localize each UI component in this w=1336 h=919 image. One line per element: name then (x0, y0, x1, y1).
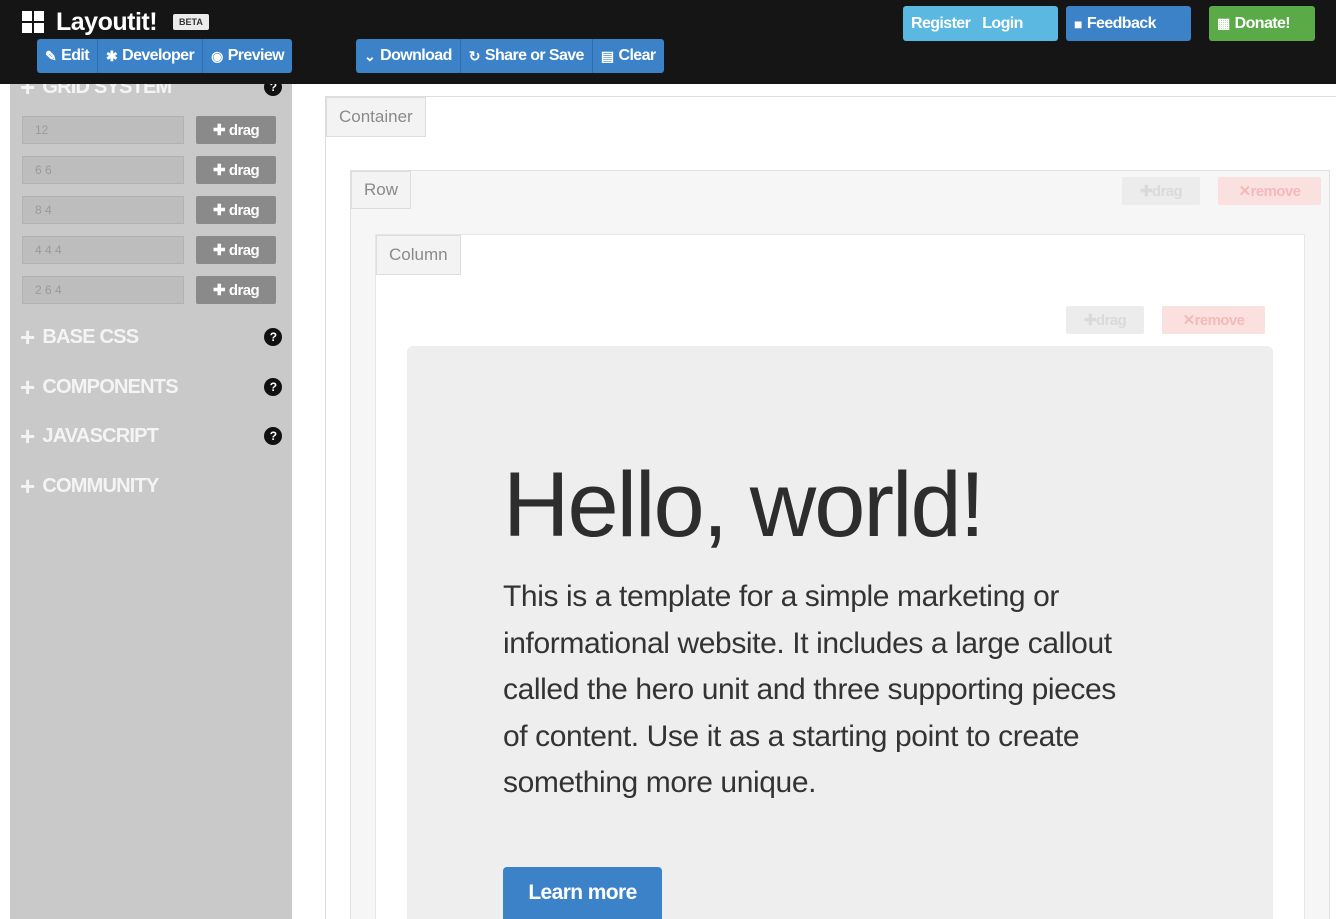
login-link[interactable]: Login (982, 15, 1023, 33)
row-drag-button[interactable]: ✚ drag (1122, 177, 1200, 205)
grid-row-item: 4 4 4 ✚ drag (22, 236, 276, 264)
drag-button[interactable]: ✚ drag (196, 236, 276, 264)
gift-icon: ▦ (1217, 15, 1230, 31)
sidebar-section-base-css[interactable]: + BASE CSS ? (20, 322, 282, 352)
column-label: Column (376, 235, 461, 275)
drag-button[interactable]: ✚ drag (196, 276, 276, 304)
learn-more-button[interactable]: Learn more (503, 867, 662, 919)
comment-icon: ■ (1074, 15, 1082, 32)
drag-button[interactable]: ✚ drag (196, 116, 276, 144)
move-icon: ✚ (212, 162, 226, 179)
drag-button[interactable]: ✚ drag (196, 156, 276, 184)
sidebar-section-javascript[interactable]: + JAVASCRIPT ? (20, 421, 282, 451)
move-icon: ✚ (212, 282, 226, 299)
move-icon: ✚ (212, 242, 226, 259)
sidebar: + GRID SYSTEM ? 12 ✚ drag 6 6 ✚ drag 8 4 ✚… (10, 84, 292, 919)
row-remove-button[interactable]: ✕ remove (1218, 177, 1321, 205)
row-label: Row (351, 171, 412, 209)
refresh-icon: ↻ (468, 47, 481, 64)
remove-icon: ✕ (1238, 183, 1252, 200)
help-icon[interactable]: ? (264, 378, 282, 396)
clear-button[interactable]: ▤ Clear (592, 39, 664, 73)
edit-icon: ✎ (45, 47, 57, 64)
column-remove-button[interactable]: ✕ remove (1162, 306, 1265, 334)
plus-icon: + (20, 421, 35, 451)
move-icon: ✚ (1139, 183, 1153, 200)
share-save-button[interactable]: ↻ Share or Save (460, 39, 593, 73)
grid-logo-icon (22, 11, 44, 33)
grid-row-item: 12 ✚ drag (22, 116, 276, 144)
register-link[interactable]: Register (911, 15, 971, 33)
container-label: Container (326, 97, 426, 137)
file-button-group: ⌄ Download ↻ Share or Save ▤ Clear (356, 39, 664, 73)
move-icon: ✚ (212, 202, 226, 219)
help-icon[interactable]: ? (264, 427, 282, 445)
trash-icon: ▤ (600, 47, 614, 64)
developer-button[interactable]: ✱ Developer (97, 39, 204, 73)
account-buttons: Register Login (903, 6, 1058, 41)
sidebar-section-components[interactable]: + COMPONENTS ? (20, 372, 282, 402)
plus-icon: + (20, 372, 35, 402)
sidebar-section-grid-system[interactable]: + GRID SYSTEM ? (20, 84, 282, 102)
grid-row-item: 8 4 ✚ drag (22, 196, 276, 224)
developer-icon: ✱ (105, 47, 118, 64)
grid-value-field[interactable]: 4 4 4 (22, 236, 184, 264)
hero-description: This is a template for a simple marketin… (503, 580, 1116, 799)
grid-row-item: 2 6 4 ✚ drag (22, 276, 276, 304)
sidebar-section-community[interactable]: + COMMUNITY (20, 471, 282, 501)
donate-button[interactable]: ▦ Donate! (1209, 6, 1315, 41)
preview-button[interactable]: ◉ Preview (203, 39, 292, 73)
download-button[interactable]: ⌄ Download (356, 39, 461, 73)
grid-value-field[interactable]: 8 4 (22, 196, 184, 224)
eye-icon: ◉ (211, 47, 223, 64)
drag-button[interactable]: ✚ drag (196, 196, 276, 224)
plus-icon: + (20, 84, 35, 102)
feedback-button[interactable]: ■ Feedback (1066, 6, 1191, 41)
help-icon[interactable]: ? (264, 84, 282, 96)
mode-button-group: ✎ Edit ✱ Developer ◉ Preview (37, 39, 292, 73)
brand-name: Layoutit! (56, 7, 158, 36)
plus-icon: + (20, 471, 35, 501)
help-icon[interactable]: ? (264, 328, 282, 346)
grid-row-item: 6 6 ✚ drag (22, 156, 276, 184)
grid-value-field[interactable]: 2 6 4 (22, 276, 184, 304)
grid-value-field[interactable]: 6 6 (22, 156, 184, 184)
plus-icon: + (20, 322, 35, 352)
brand[interactable]: Layoutit! BETA (22, 6, 209, 38)
move-icon: ✚ (1083, 312, 1097, 329)
top-navbar: Layoutit! BETA ✎ Edit ✱ Developer ◉ Preview… (0, 0, 1336, 84)
chevron-down-icon: ⌄ (364, 47, 376, 64)
column-drag-button[interactable]: ✚ drag (1066, 306, 1144, 334)
beta-badge: BETA (173, 14, 209, 30)
grid-value-field[interactable]: 12 (22, 116, 184, 144)
edit-button[interactable]: ✎ Edit (37, 39, 98, 73)
hero-title: Hello, world! (503, 454, 985, 556)
remove-icon: ✕ (1182, 312, 1196, 329)
move-icon: ✚ (212, 122, 226, 139)
